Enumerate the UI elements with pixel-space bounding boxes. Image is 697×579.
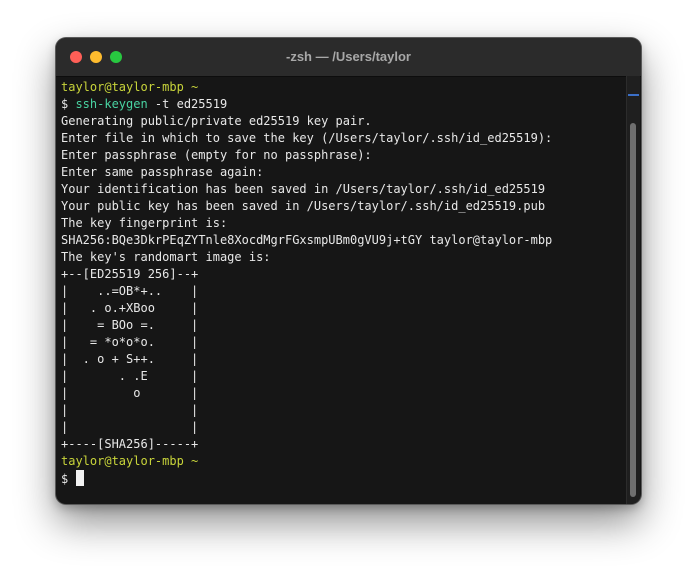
- output-line: | = BOo =. |: [61, 318, 199, 332]
- output-line: | |: [61, 403, 199, 417]
- output-line: | = *o*o*o. |: [61, 335, 199, 349]
- output-line: +----[SHA256]-----+: [61, 437, 199, 451]
- prompt-symbol: $: [61, 472, 76, 486]
- prompt-line: taylor@taylor-mbp ~: [61, 453, 621, 470]
- output-line: The key's randomart image is:: [61, 250, 271, 264]
- terminal-output[interactable]: taylor@taylor-mbp ~ $ ssh-keygen -t ed255…: [61, 79, 621, 487]
- output-line: Your public key has been saved in /Users…: [61, 199, 546, 213]
- scrollbar-track[interactable]: [626, 76, 640, 504]
- prompt-line: taylor@taylor-mbp ~: [61, 79, 621, 96]
- output-line: Generating public/private ed25519 key pa…: [61, 114, 372, 128]
- output-line: +--[ED25519 256]--+: [61, 267, 199, 281]
- scroll-position-marker: [628, 94, 639, 96]
- prompt-path: taylor@taylor-mbp ~: [61, 80, 199, 94]
- scrollbar-thumb[interactable]: [630, 123, 636, 497]
- prompt-path: taylor@taylor-mbp ~: [61, 454, 199, 468]
- output-line: | |: [61, 420, 199, 434]
- output-line: | o |: [61, 386, 199, 400]
- output-line: Enter same passphrase again:: [61, 165, 264, 179]
- output-line: SHA256:BQe3DkrPEqZYTnle8XocdMgrFGxsmpUBm…: [61, 233, 553, 247]
- command-args: -t ed25519: [147, 97, 228, 111]
- output-line: Enter file in which to save the key (/Us…: [61, 131, 553, 145]
- command-line: $ ssh-keygen -t ed25519: [61, 96, 621, 113]
- text-cursor: [76, 470, 85, 486]
- command-name: ssh-keygen: [75, 97, 148, 111]
- output-line: | . .E |: [61, 369, 199, 383]
- output-line: | ..=OB*+.. |: [61, 284, 199, 298]
- prompt-symbol: $: [61, 97, 76, 111]
- output-line: Enter passphrase (empty for no passphras…: [61, 148, 372, 162]
- input-line[interactable]: $: [61, 470, 621, 487]
- window-title: -zsh — /Users/taylor: [286, 49, 411, 64]
- output-line: | . o.+XBoo |: [61, 301, 199, 315]
- terminal-window: -zsh — /Users/taylor taylor@taylor-mbp ~…: [56, 38, 641, 504]
- output-line: | . o + S++. |: [61, 352, 199, 366]
- output-line: Your identification has been saved in /U…: [61, 182, 546, 196]
- output-line: The key fingerprint is:: [61, 216, 228, 230]
- title-bar[interactable]: -zsh — /Users/taylor: [56, 38, 641, 77]
